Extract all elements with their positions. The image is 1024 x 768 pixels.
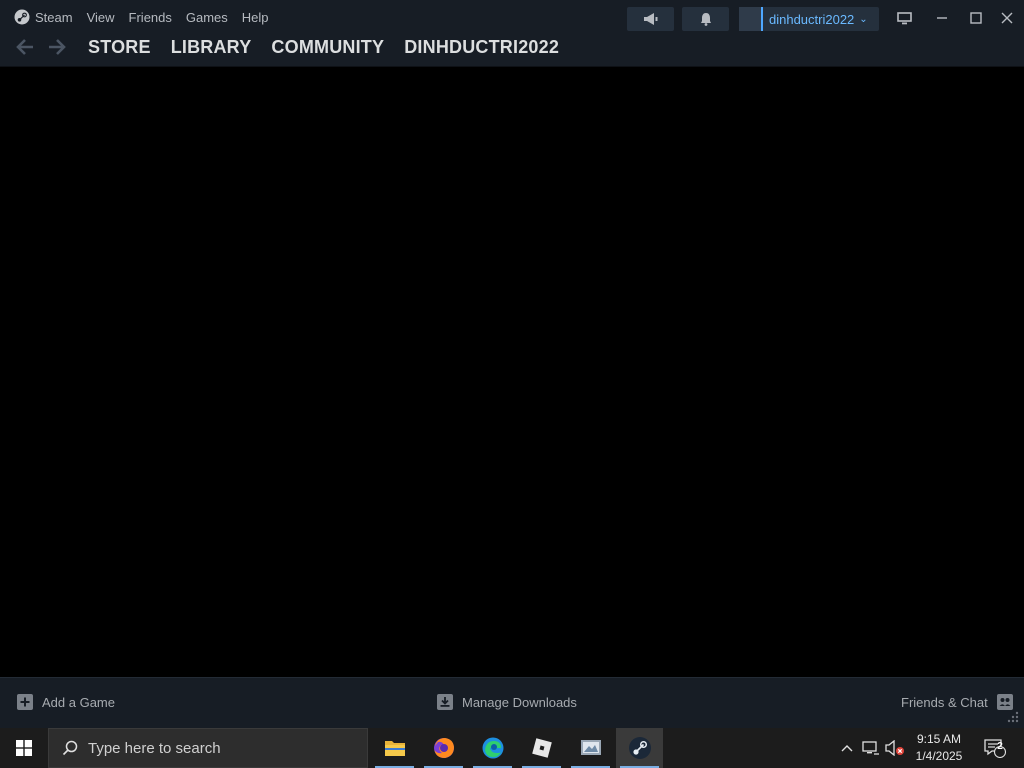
monitor-icon [896, 11, 912, 24]
edge-icon [482, 737, 503, 759]
add-game-label: Add a Game [42, 694, 115, 710]
steam-titlebar: Steam View Friends Games Help STORE LIBR… [0, 0, 1024, 67]
taskbar-app-window[interactable] [567, 728, 614, 768]
firefox-icon [433, 738, 454, 758]
taskbar-clock[interactable]: 9:15 AM 1/4/2025 [908, 731, 970, 765]
taskbar-firefox[interactable] [420, 728, 467, 768]
megaphone-icon [643, 13, 657, 25]
announcements-button[interactable] [627, 7, 674, 31]
menu-steam[interactable]: Steam [14, 9, 73, 25]
account-username: dinhductri2022 [769, 11, 855, 27]
steam-logo-icon [14, 9, 30, 25]
windows-logo-icon [16, 740, 32, 756]
manage-downloads-button[interactable]: Manage Downloads [437, 694, 577, 710]
search-icon [62, 740, 78, 756]
friends-chat-button[interactable]: Friends & Chat [901, 694, 1013, 710]
maximize-button[interactable] [963, 6, 989, 30]
main-nav: STORE LIBRARY COMMUNITY DINHDUCTRI2022 [14, 36, 569, 58]
tab-profile[interactable]: DINHDUCTRI2022 [404, 37, 559, 58]
plus-box-icon [17, 694, 33, 710]
back-arrow-icon[interactable] [14, 36, 36, 58]
roblox-icon [531, 738, 552, 758]
clock-date: 1/4/2025 [915, 749, 963, 763]
account-menu-button[interactable]: dinhductri2022 ⌄ [739, 7, 879, 31]
menu-view[interactable]: View [87, 10, 115, 25]
menu-bar: Steam View Friends Games Help [14, 9, 269, 25]
friends-chat-label: Friends & Chat [901, 694, 988, 710]
taskbar-roblox[interactable] [518, 728, 565, 768]
notifications-button[interactable] [682, 7, 729, 31]
menu-help[interactable]: Help [242, 10, 269, 25]
speaker-muted-icon [885, 740, 904, 756]
network-icon [862, 741, 879, 755]
action-center-button[interactable]: 2 [978, 728, 1012, 768]
forward-arrow-icon[interactable] [46, 36, 68, 58]
maximize-icon [970, 12, 982, 24]
chevron-up-icon [841, 745, 853, 752]
close-button[interactable] [994, 6, 1020, 30]
clock-time: 9:15 AM [916, 732, 962, 746]
notification-count-badge: 2 [997, 741, 1003, 752]
network-button[interactable] [860, 728, 882, 768]
steam-bottom-bar: Add a Game Manage Downloads Friends & Ch… [0, 677, 1024, 728]
start-button[interactable] [0, 728, 48, 768]
menu-steam-label: Steam [35, 9, 73, 25]
menu-games[interactable]: Games [186, 10, 228, 25]
tab-library[interactable]: LIBRARY [171, 37, 252, 58]
steam-icon [628, 737, 651, 759]
windows-taskbar: Type here to search 9:15 AM 1/4/2025 2 [0, 728, 1024, 768]
taskbar-search[interactable]: Type here to search [48, 728, 368, 768]
menu-friends[interactable]: Friends [129, 10, 172, 25]
minimize-button[interactable] [929, 6, 955, 30]
add-game-button[interactable]: Add a Game [17, 694, 115, 710]
download-icon [437, 694, 453, 710]
volume-button[interactable] [884, 728, 906, 768]
show-hidden-icons-button[interactable] [838, 728, 856, 768]
friends-icon [996, 694, 1013, 710]
avatar [739, 7, 763, 31]
taskbar-edge[interactable] [469, 728, 516, 768]
resize-grip-icon[interactable] [1005, 709, 1019, 723]
tab-store[interactable]: STORE [88, 37, 151, 58]
taskbar-steam[interactable] [616, 728, 663, 768]
manage-downloads-label: Manage Downloads [462, 694, 577, 710]
minimize-icon [937, 17, 947, 19]
big-picture-button[interactable] [891, 6, 917, 30]
chevron-down-icon: ⌄ [859, 13, 868, 25]
bell-icon [700, 13, 711, 26]
app-window-icon [580, 740, 601, 755]
main-content [0, 67, 1024, 677]
search-placeholder: Type here to search [88, 739, 221, 757]
tab-community[interactable]: COMMUNITY [271, 37, 384, 58]
close-icon [1001, 12, 1013, 24]
folder-icon [384, 741, 405, 756]
taskbar-file-explorer[interactable] [371, 728, 418, 768]
